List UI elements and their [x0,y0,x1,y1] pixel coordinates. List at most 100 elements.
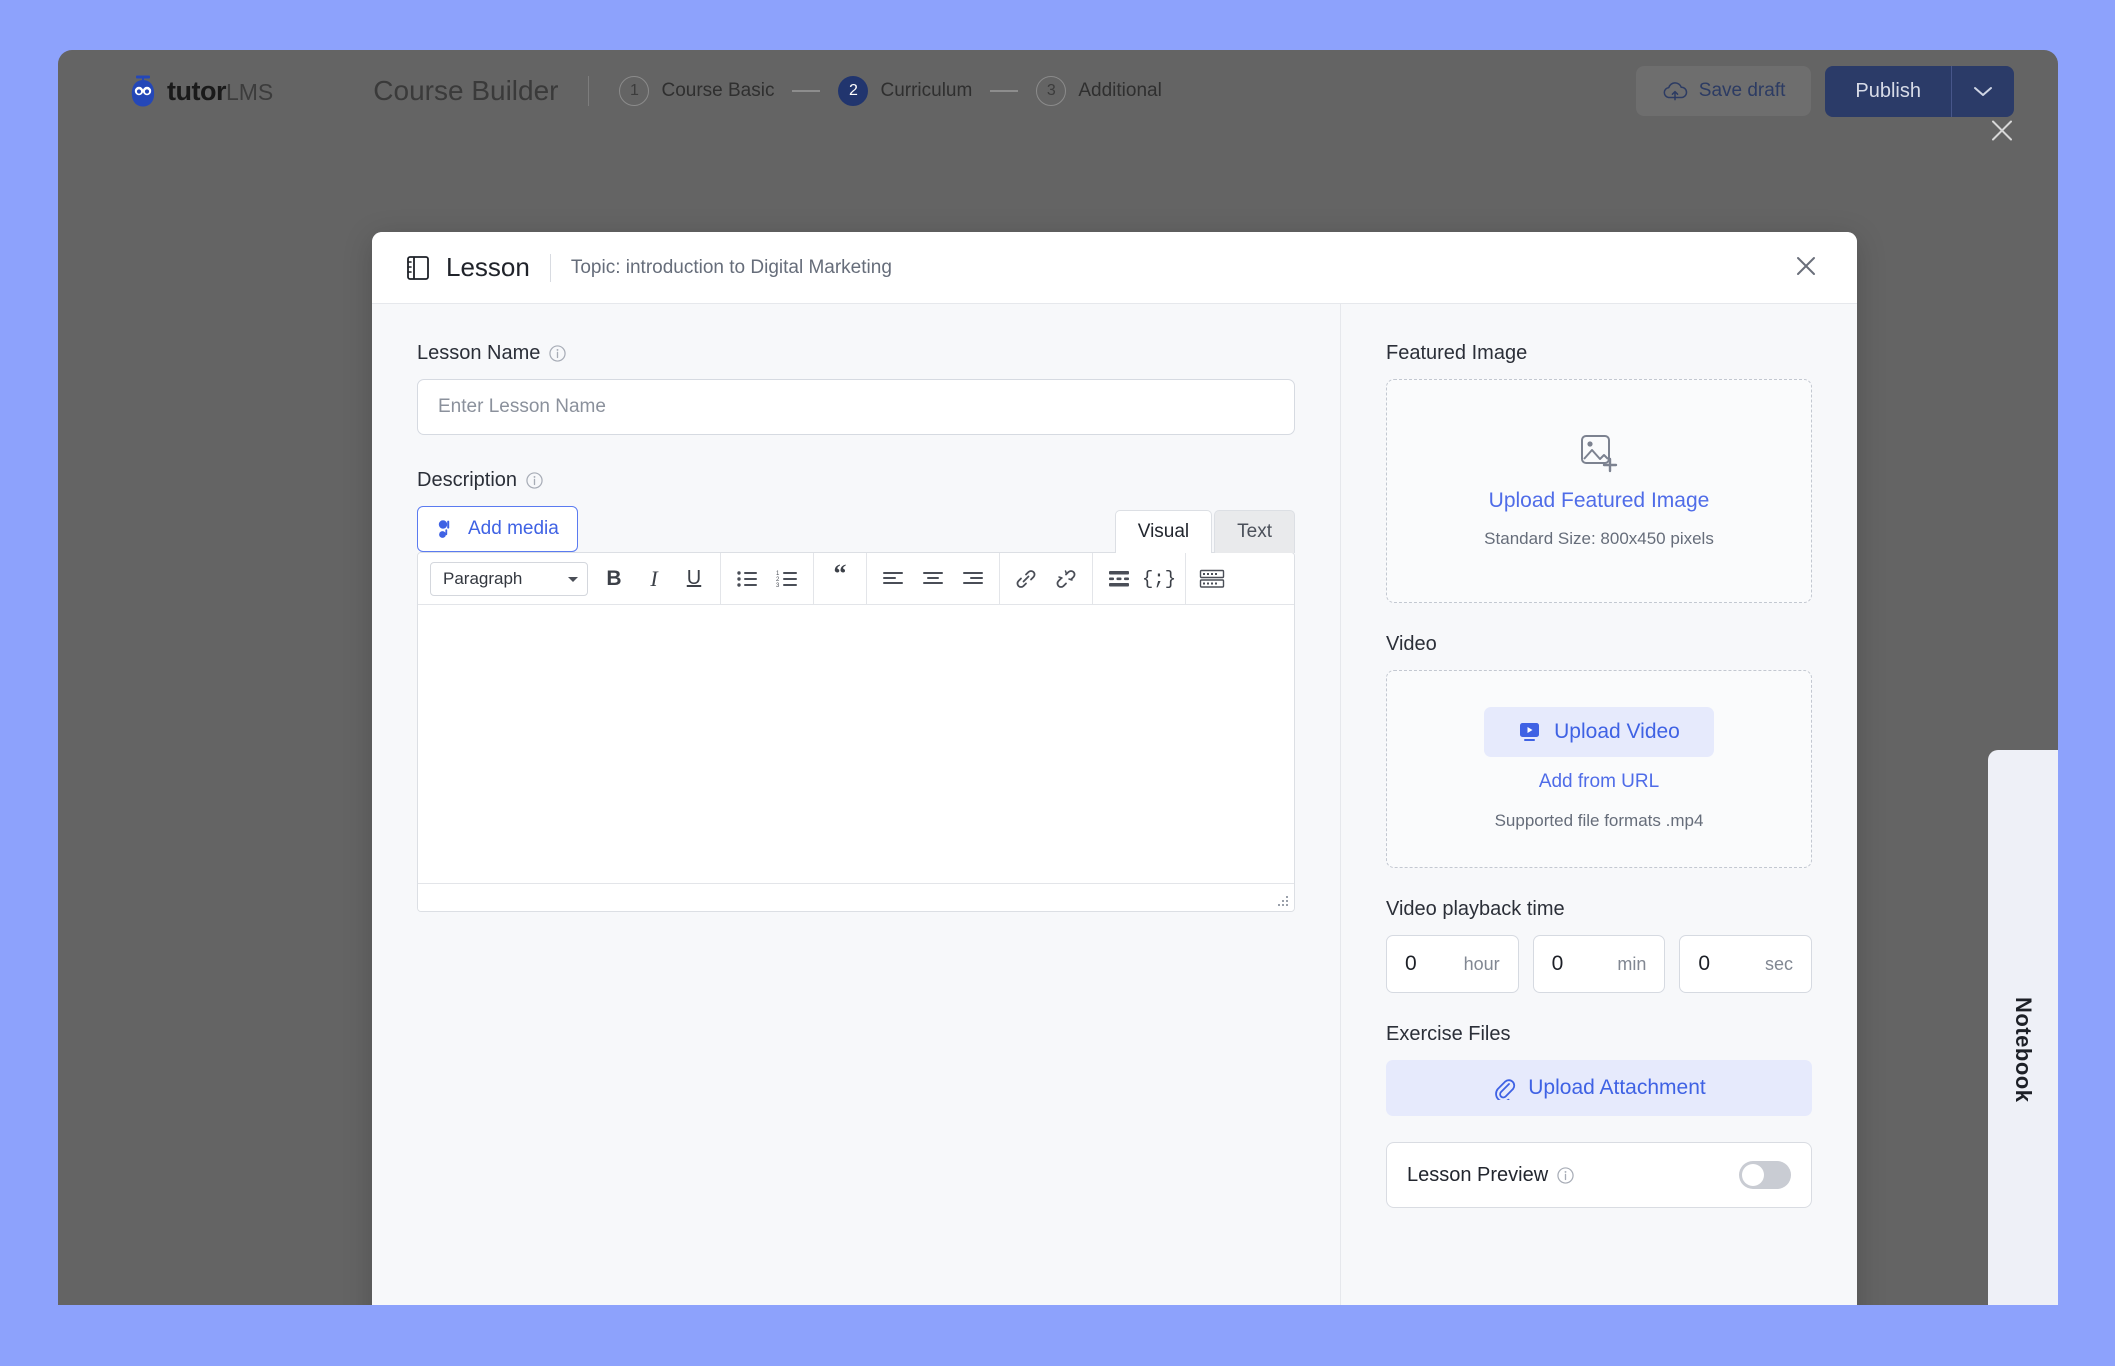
logo-suffix: LMS [225,78,274,105]
editor-top-controls: Add media Visual Text [417,506,1295,553]
paragraph-format-select[interactable]: Paragraph [430,561,588,596]
step-label: Curriculum [880,80,973,101]
italic-icon[interactable]: I [634,559,674,599]
lesson-preview-toggle[interactable] [1739,1161,1791,1189]
add-media-icon [438,520,450,538]
logo-wordmark: tutorLMS [167,76,273,107]
lesson-name-label: Lesson Name [417,342,541,364]
playback-sec-input[interactable] [1698,952,1739,976]
description-label: Description [417,469,518,491]
step-additional[interactable]: 3 Additional [1036,76,1162,106]
save-draft-label: Save draft [1698,80,1786,101]
lesson-modal-topic: Topic: introduction to Digital Marketing [570,256,892,278]
featured-image-dropzone[interactable]: Upload Featured Image Standard Size: 800… [1386,379,1812,603]
lesson-form-left-pane: Lesson Name Description [372,304,1341,1305]
playback-sec-unit: sec [1765,953,1794,974]
add-media-button[interactable]: Add media [417,506,578,552]
underline-icon[interactable]: U [674,559,714,599]
info-icon[interactable] [549,345,567,362]
lesson-preview-label: Lesson Preview [1407,1163,1549,1186]
publish-button[interactable]: Publish [1825,66,1951,117]
description-editor-body[interactable] [418,605,1294,883]
paragraph-format-value: Paragraph [443,568,523,588]
notebook-label: Notebook [2011,997,2036,1103]
notebook-tab[interactable]: Notebook [1988,750,2058,1305]
toolbar-group-quote: “ [814,553,867,604]
chevron-down-icon [1974,87,1992,96]
unlink-icon[interactable] [1046,559,1086,599]
app-topbar: tutorLMS Course Builder 1 Course Basic 2… [58,50,2058,132]
video-dropzone[interactable]: Upload Video Add from URL Supported file… [1386,670,1812,868]
tab-text[interactable]: Text [1214,510,1295,553]
topbar-divider [588,76,590,106]
code-icon[interactable]: {;} [1139,559,1179,599]
step-curriculum[interactable]: 2 Curriculum [838,76,972,106]
playback-min-input[interactable] [1551,952,1592,976]
save-draft-button[interactable]: Save draft [1635,66,1812,116]
image-plus-icon [1581,435,1618,473]
info-icon[interactable] [526,472,543,489]
step-connector [990,90,1019,92]
lesson-form-right-pane: Featured Image Upload Featured Image Sta… [1341,304,1857,1305]
lesson-modal: Lesson Topic: introduction to Digital Ma… [372,232,1857,1305]
lesson-book-icon [407,255,429,280]
course-builder-window: tutorLMS Course Builder 1 Course Basic 2… [58,50,2058,1305]
tab-visual[interactable]: Visual [1114,510,1213,553]
svg-text:3: 3 [776,583,780,588]
step-number: 3 [1036,76,1067,106]
toolbar-group-format: Paragraph B I U [418,553,721,604]
featured-image-label: Featured Image [1386,342,1528,364]
playback-hour-field[interactable]: hour [1386,935,1519,993]
playback-sec-field[interactable]: sec [1679,935,1813,993]
editor-resize-handle[interactable] [1276,894,1290,908]
step-connector [792,90,821,92]
toolbar-toggle-icon[interactable] [1192,559,1232,599]
video-label: Video [1386,633,1437,655]
upload-video-button[interactable]: Upload Video [1484,707,1714,757]
close-modal-button[interactable] [1785,245,1827,290]
toolbar-group-insert: {;} [1093,553,1186,604]
read-more-icon[interactable] [1099,559,1139,599]
page-title: Course Builder [373,75,559,106]
playback-hour-unit: hour [1463,953,1500,974]
step-course-basic[interactable]: 1 Course Basic [619,76,774,106]
step-number: 1 [619,76,650,106]
logo-name: tutor [167,75,226,106]
toolbar-group-link [1000,553,1093,604]
link-icon[interactable] [1006,559,1046,599]
lesson-modal-body: Lesson Name Description [372,304,1857,1305]
align-right-icon[interactable] [953,559,993,599]
lesson-modal-title: Lesson [446,252,530,282]
description-label-row: Description [417,469,1295,492]
blockquote-icon[interactable]: “ [820,559,860,599]
numbered-list-icon[interactable]: 1 2 3 [767,559,807,599]
playback-min-field[interactable]: min [1532,935,1666,993]
playback-hour-input[interactable] [1405,952,1445,976]
upload-attachment-label: Upload Attachment [1528,1076,1706,1099]
lesson-name-input[interactable] [417,379,1295,435]
topbar-actions: Save draft Publish [1635,65,2030,117]
add-video-from-url-button[interactable]: Add from URL [1539,771,1659,793]
upload-attachment-button[interactable]: Upload Attachment [1386,1060,1812,1116]
description-block: Description Add media Visual Text Paragr… [417,469,1295,912]
video-section: Video Upload Video Add from URL Supporte… [1386,633,1812,868]
chevron-down-icon [568,576,578,582]
step-label: Additional [1078,80,1162,101]
close-builder-button[interactable] [1980,109,2024,156]
toolbar-group-lists: 1 2 3 [721,553,814,604]
lesson-name-label-row: Lesson Name [417,342,1295,365]
align-left-icon[interactable] [873,559,913,599]
bold-icon[interactable]: B [594,559,634,599]
lesson-modal-header: Lesson Topic: introduction to Digital Ma… [372,232,1857,304]
info-icon[interactable] [1557,1166,1574,1184]
close-icon [1992,120,2012,141]
featured-image-hint: Standard Size: 800x450 pixels [1484,529,1714,548]
align-center-icon[interactable] [913,559,953,599]
bulleted-list-icon[interactable] [727,559,767,599]
upload-featured-image-button[interactable]: Upload Featured Image [1489,489,1710,513]
close-icon [1797,257,1815,275]
tutor-lms-logo: tutorLMS [128,75,273,107]
exercise-files-label: Exercise Files [1386,1023,1511,1045]
upload-video-label: Upload Video [1554,720,1680,743]
cloud-upload-icon [1663,82,1687,101]
